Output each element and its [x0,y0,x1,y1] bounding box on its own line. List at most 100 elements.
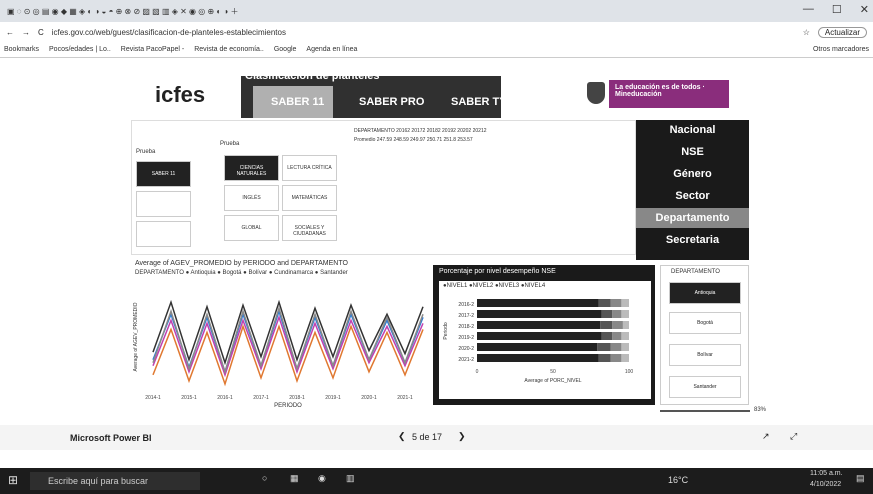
bar-nivel3 [610,343,622,351]
bar-nivel1 [477,310,602,318]
page-indicator: 5 de 17 [412,432,443,442]
filter-ingles[interactable]: INGLÉS [224,185,279,211]
bar-nivel3 [612,310,622,318]
x-tick-label: 2021-1 [397,395,413,401]
bar-nivel4 [621,310,629,318]
department-slicer: DEPARTAMENTO Antioquia Bogotá Bolívar Sa… [660,265,749,405]
bar-nivel4 [621,354,629,362]
windows-taskbar: ⊞ Escribe aquí para buscar ○ ▦ ◉ ▥ 16°C … [0,468,873,494]
bar-chart-legend: ●NIVEL1 ●NIVEL2 ●NIVEL3 ●NIVEL4 [443,283,546,289]
y-tick-label: 2020-2 [458,346,474,352]
powerbi-footer: Microsoft Power BI ❮ 5 de 17 ❯ ↗ ⤢ [0,425,873,450]
prev-page-icon[interactable]: ❮ [398,431,406,442]
minimize-icon[interactable]: — [803,3,814,16]
y-tick-label: 2016-2 [458,302,474,308]
maximize-icon[interactable]: ☐ [832,3,842,16]
star-icon[interactable]: ☆ [803,28,810,37]
bar-nivel3 [612,321,623,329]
nav-nacional[interactable]: Nacional [636,120,749,140]
bar-nivel4 [622,321,629,329]
bar-nivel1 [477,332,602,340]
edu-label: La educación es de todos [615,84,701,91]
x-tick-label: 2020-1 [361,395,377,401]
bar-nivel4 [621,299,629,307]
filter-blank-2[interactable] [136,221,191,247]
prueba-label-right: Prueba [220,141,240,147]
filter-sociales[interactable]: SOCIALES Y CIUDADANAS [282,215,337,241]
x-axis-label: Average of PORC_NIVEL [524,378,581,384]
bookmark-2[interactable]: Revista PacoPapel - [121,46,184,53]
powerbi-brand: Microsoft Power BI [70,433,152,443]
url-field[interactable]: icfes.gov.co/web/guest/clasificacion-de-… [52,28,795,37]
close-icon[interactable]: ✕ [860,3,869,16]
bar-nivel4 [621,332,629,340]
powerbi-report: icfes Clasificación de planteles SABER 1… [0,58,873,450]
window-controls: — ☐ ✕ [803,3,869,16]
bar-nivel3 [610,354,622,362]
bar-chart-area: ●NIVEL1 ●NIVEL2 ●NIVEL3 ●NIVEL4 2016-2 20… [439,281,651,399]
filter-global[interactable]: GLOBAL [224,215,279,241]
explorer-icon[interactable]: ▥ [346,473,355,484]
bar-nivel1 [477,299,599,307]
clock-date: 4/10/2022 [810,481,842,488]
icfes-logo: icfes [155,82,206,107]
bar-nivel2 [598,354,611,362]
tab-saber-tyt[interactable]: SABER TYT [451,96,513,108]
bookmark-3[interactable]: Revista de economía.. [194,46,264,53]
fullscreen-icon[interactable]: ⤢ [790,431,797,442]
line-chart-title: Average of AGEV_PROMEDIO by PERIODO and … [135,260,348,267]
x-tick-label: 2016-1 [217,395,233,401]
x-tick-label: 2017-1 [253,395,269,401]
nav-genero[interactable]: Género [636,164,749,184]
nav-departamento[interactable]: Departamento [636,208,749,228]
y-axis-label: Periodo [443,322,449,339]
bar-chart: 2016-2 2017-2 2018-2 2019-2 2020-2 2021-20 50 1… [443,299,633,384]
dept-antioquia[interactable]: Antioquia [669,282,741,304]
forward-icon[interactable]: → [22,28,30,37]
tab-saber-pro[interactable]: SABER PRO [359,96,424,108]
bookmark-6[interactable]: Otros marcadores [813,46,869,53]
side-navigation: Nacional NSE Género Sector Departamento … [636,120,749,260]
update-button[interactable]: Actualizar [817,26,867,38]
tab-saber-11[interactable]: SABER 11 [271,96,324,108]
nav-secretaria[interactable]: Secretaria [636,230,749,250]
reload-icon[interactable]: C [38,28,44,37]
line-chart: 2014-1 2015-1 2016-1 2017-1 2018-1 2019-1 2020… [133,299,424,408]
next-page-icon[interactable]: ❯ [458,431,466,442]
bookmark-0[interactable]: Bookmarks [4,46,39,53]
line-chart-legend: DEPARTAMENTO ● Antioquia ● Bogotá ● Bolí… [135,270,348,276]
mineducacion-banner: La educación es de todos · Mineducación [609,80,729,108]
dept-santander[interactable]: Santander [669,376,741,398]
windows-start-icon[interactable]: ⊞ [8,473,18,487]
filter-saber11[interactable]: SABER 11 [136,161,191,187]
filter-lectura[interactable]: LECTURA CRÍTICA [282,155,337,181]
bookmark-1[interactable]: Pocos/edades | Lo.. [49,46,111,53]
chrome-icon[interactable]: ◉ [318,473,326,484]
x-tick-label: 2019-1 [325,395,341,401]
taskbar-app-icon[interactable]: ▦ [290,473,299,484]
dept-bogota[interactable]: Bogotá [669,312,741,334]
browser-tabs[interactable]: ▣ ◌ ⊙ ◎ ▤ ◉ ◆ ▦ ◈ ◐ ◑ ◒ ◓ ⊕ ⊗ ⊘ ▨ ▧ ▥ ◈ … [4,6,241,17]
bookmark-5[interactable]: Agenda en línea [306,46,357,53]
slicer-title: DEPARTAMENTO [671,269,720,275]
filter-blank-1[interactable] [136,191,191,217]
filter-ciencias[interactable]: CIENCIAS NATURALES [224,155,279,181]
zoom-slider[interactable] [660,410,750,412]
bookmark-4[interactable]: Google [274,46,297,53]
back-icon[interactable]: ← [6,28,14,37]
nav-nse[interactable]: NSE [636,142,749,162]
nav-sector[interactable]: Sector [636,186,749,206]
filter-pane: Prueba Prueba SABER 11 CIENCIAS NATURALE… [131,120,636,255]
bar-nivel4 [621,343,629,351]
filter-matematicas[interactable]: MATEMÁTICAS [282,185,337,211]
notifications-icon[interactable]: ▤ [856,473,865,484]
y-tick-label: 2018-2 [458,324,474,330]
taskbar-search[interactable]: Escribe aquí para buscar [30,472,200,490]
x-tick-label: 50 [550,369,556,375]
task-view-icon[interactable]: ○ [262,473,267,483]
dept-bolivar[interactable]: Bolívar [669,344,741,366]
x-tick-label: 2014-1 [145,395,161,401]
bar-nivel1 [477,343,598,351]
bar-nivel2 [601,310,613,318]
share-icon[interactable]: ↗ [762,431,770,442]
